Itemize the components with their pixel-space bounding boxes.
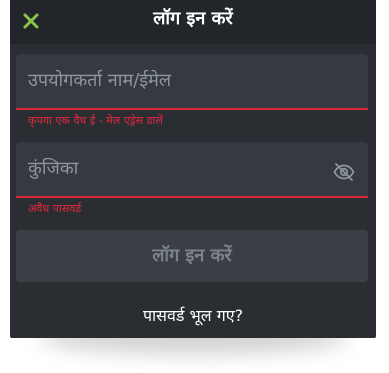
username-error: कृपया एक वैध ई - मेल एड्रेस डालें (28, 114, 163, 127)
username-field[interactable]: उपयोगकर्ता नाम/ईमेल (16, 54, 368, 110)
password-field[interactable]: कुंजिका (16, 142, 368, 198)
username-placeholder: उपयोगकर्ता नाम/ईमेल (28, 70, 172, 91)
login-button[interactable]: लॉग इन करें (16, 230, 368, 282)
password-error: अवैध पासवर्ड (28, 202, 82, 215)
forgot-password-link[interactable]: पासवर्ड भूल गए? (10, 305, 376, 327)
page-title: लॉग इन करें (153, 8, 233, 29)
eye-off-icon[interactable] (332, 160, 356, 184)
modal-header: लॉग इन करें (10, 0, 376, 44)
password-placeholder: कुंजिका (28, 158, 79, 179)
login-modal: लॉग इन करें उपयोगकर्ता नाम/ईमेल कृपया एक… (10, 0, 376, 338)
